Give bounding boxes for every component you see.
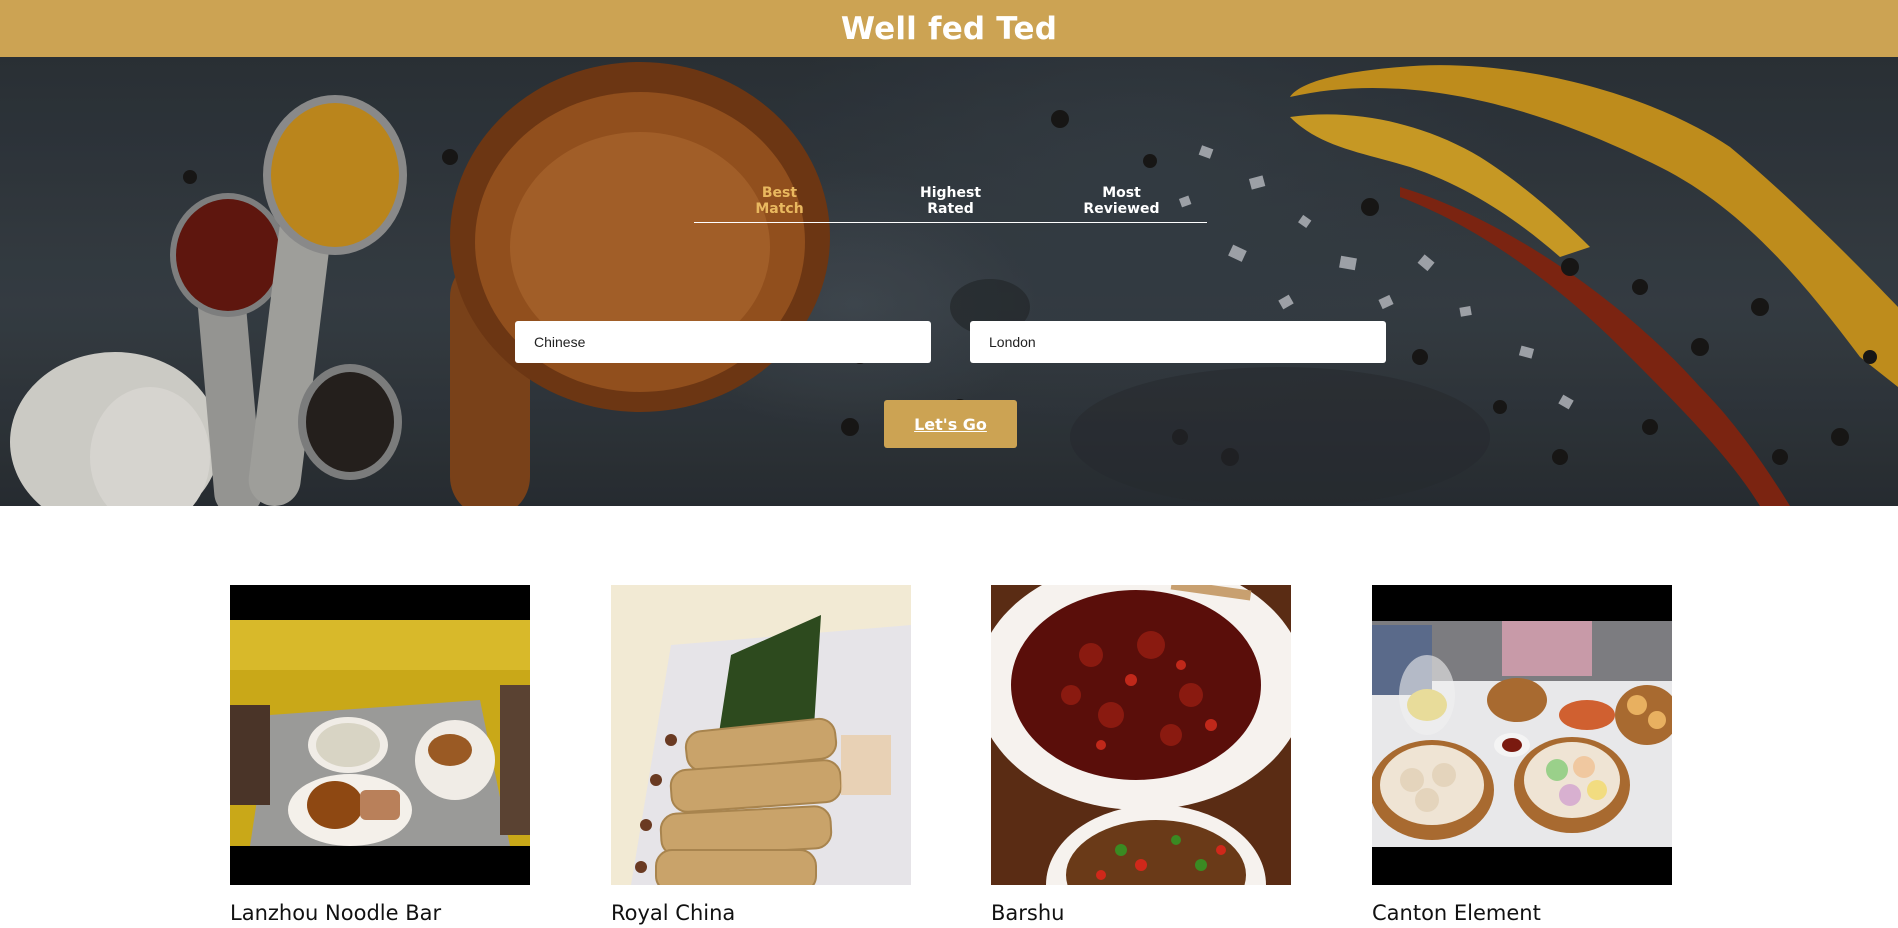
business-card[interactable]: Lanzhou Noodle Bar: [230, 585, 530, 925]
sort-tab-highest-rated[interactable]: Highest Rated: [865, 185, 1036, 222]
sort-tab-label: Reviewed: [1083, 201, 1160, 217]
sort-tab-label: Match: [755, 201, 804, 217]
business-list: Lanzhou Noodle Bar Royal China Barshu Ca…: [230, 585, 1672, 928]
search-hero: Best Match Highest Rated Most Reviewed C…: [0, 57, 1898, 506]
business-name: Royal China: [611, 901, 736, 925]
business-card[interactable]: Barshu: [991, 585, 1291, 925]
sort-tab-label: Best: [761, 185, 798, 201]
business-photo: [611, 585, 911, 885]
sort-tab-best-match[interactable]: Best Match: [694, 185, 865, 222]
sort-tab-label: Highest: [919, 185, 982, 201]
business-photo: [1372, 585, 1672, 885]
app-header: Well fed Ted: [0, 0, 1898, 57]
business-name: Lanzhou Noodle Bar: [230, 901, 442, 925]
sort-options: Best Match Highest Rated Most Reviewed: [694, 185, 1207, 223]
search-term-value: Chinese: [534, 334, 586, 350]
business-photo: [230, 585, 530, 885]
search-term-input[interactable]: Chinese: [515, 321, 931, 363]
sort-tab-label: Rated: [927, 201, 974, 217]
search-location-value: London: [989, 334, 1036, 350]
business-name: Canton Element: [1372, 901, 1541, 925]
business-name: Barshu: [991, 901, 1065, 925]
business-photo: [991, 585, 1291, 885]
lets-go-button[interactable]: Let's Go: [884, 400, 1017, 448]
business-card[interactable]: Canton Element: [1372, 585, 1672, 925]
business-card[interactable]: Royal China: [611, 585, 911, 925]
search-location-input[interactable]: London: [970, 321, 1386, 363]
sort-tab-label: Most: [1102, 185, 1141, 201]
sort-tab-most-reviewed[interactable]: Most Reviewed: [1036, 185, 1207, 222]
app-title: Well fed Ted: [840, 10, 1058, 47]
